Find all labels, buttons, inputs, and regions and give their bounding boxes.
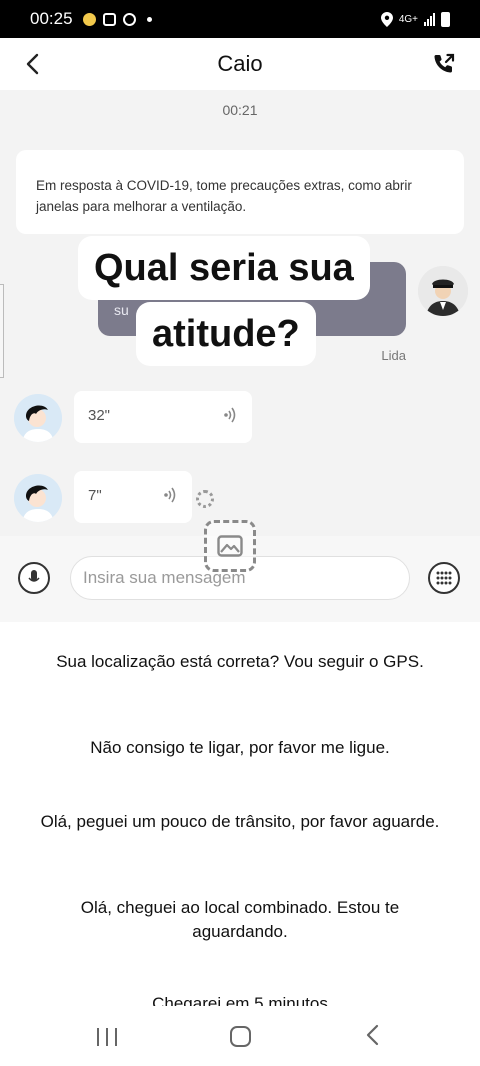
covid-notice: Em resposta à COVID-19, tome precauções … [16, 150, 464, 234]
quick-reply-item[interactable]: Sua localização está correta? Vou seguir… [40, 650, 440, 674]
more-notifications-icon [146, 16, 152, 22]
overlay-line-1: Qual seria sua [78, 236, 370, 300]
voice-message-row: 32" [14, 391, 254, 444]
keyboard-button[interactable] [428, 562, 460, 594]
driver-avatar [418, 266, 468, 316]
send-image-button[interactable] [204, 520, 256, 572]
signal-icon [424, 12, 435, 26]
quick-reply-item[interactable]: Olá, peguei um pouco de trânsito, por fa… [40, 810, 440, 834]
voice-record-button[interactable] [18, 562, 50, 594]
voice-message-bubble[interactable]: 32" [74, 391, 252, 443]
read-status: Lida [381, 348, 406, 363]
customer-avatar [14, 394, 62, 442]
microphone-icon [28, 570, 40, 582]
assistant-icon [122, 12, 136, 26]
question-overlay: Qual seria sua atitude? [78, 236, 384, 368]
chevron-left-icon [26, 53, 39, 75]
system-back-button[interactable] [365, 1024, 387, 1048]
home-button[interactable] [230, 1026, 251, 1047]
chat-header: Caio [0, 38, 480, 90]
screenshot-icon [102, 12, 116, 26]
status-left-icons [82, 12, 152, 26]
status-right-icons: 4G+ [380, 11, 450, 27]
battery-icon [441, 11, 450, 27]
customer-avatar-icon [14, 394, 62, 442]
customer-avatar [14, 474, 62, 522]
location-icon [380, 11, 393, 27]
contact-name: Caio [217, 51, 263, 76]
network-type: 4G+ [398, 13, 418, 25]
quick-reply-item[interactable]: Olá, cheguei ao local combinado. Estou t… [40, 896, 440, 944]
voice-wave-icon [224, 407, 236, 423]
status-bar: 00:25 4G+ [0, 0, 480, 38]
system-nav-bar [0, 1006, 480, 1066]
customer-avatar-icon [14, 474, 62, 522]
voice-duration: 7" [88, 487, 102, 504]
driver-avatar-icon [418, 266, 468, 316]
back-button[interactable] [18, 50, 46, 78]
chat-area[interactable]: 00:21 Em resposta à COVID-19, tome preca… [0, 90, 480, 622]
recents-button[interactable] [97, 1028, 117, 1046]
voice-message-bubble[interactable]: 7" [74, 471, 192, 523]
voice-wave-icon [164, 487, 176, 503]
quick-reply-item[interactable]: Não consigo te ligar, por favor me ligue… [40, 736, 440, 760]
voice-message-row: 7" [14, 471, 234, 524]
chevron-left-icon [366, 1024, 379, 1046]
voice-duration: 32" [88, 407, 111, 424]
quick-reply-item[interactable]: Chegarei em 5 minutos [40, 992, 440, 1006]
quick-reply-list: Sua localização está correta? Vou seguir… [0, 622, 480, 1006]
image-icon [217, 535, 243, 557]
side-drawer-handle[interactable] [0, 284, 4, 378]
notification-icon [82, 12, 96, 26]
phone-call-icon [434, 53, 455, 73]
loading-spinner-icon [196, 490, 214, 508]
keypad-icon [436, 571, 452, 585]
overlay-line-2: atitude? [136, 302, 316, 366]
status-time: 00:25 [30, 9, 73, 28]
call-timer: 00:21 [222, 102, 258, 118]
call-button[interactable] [430, 50, 458, 78]
